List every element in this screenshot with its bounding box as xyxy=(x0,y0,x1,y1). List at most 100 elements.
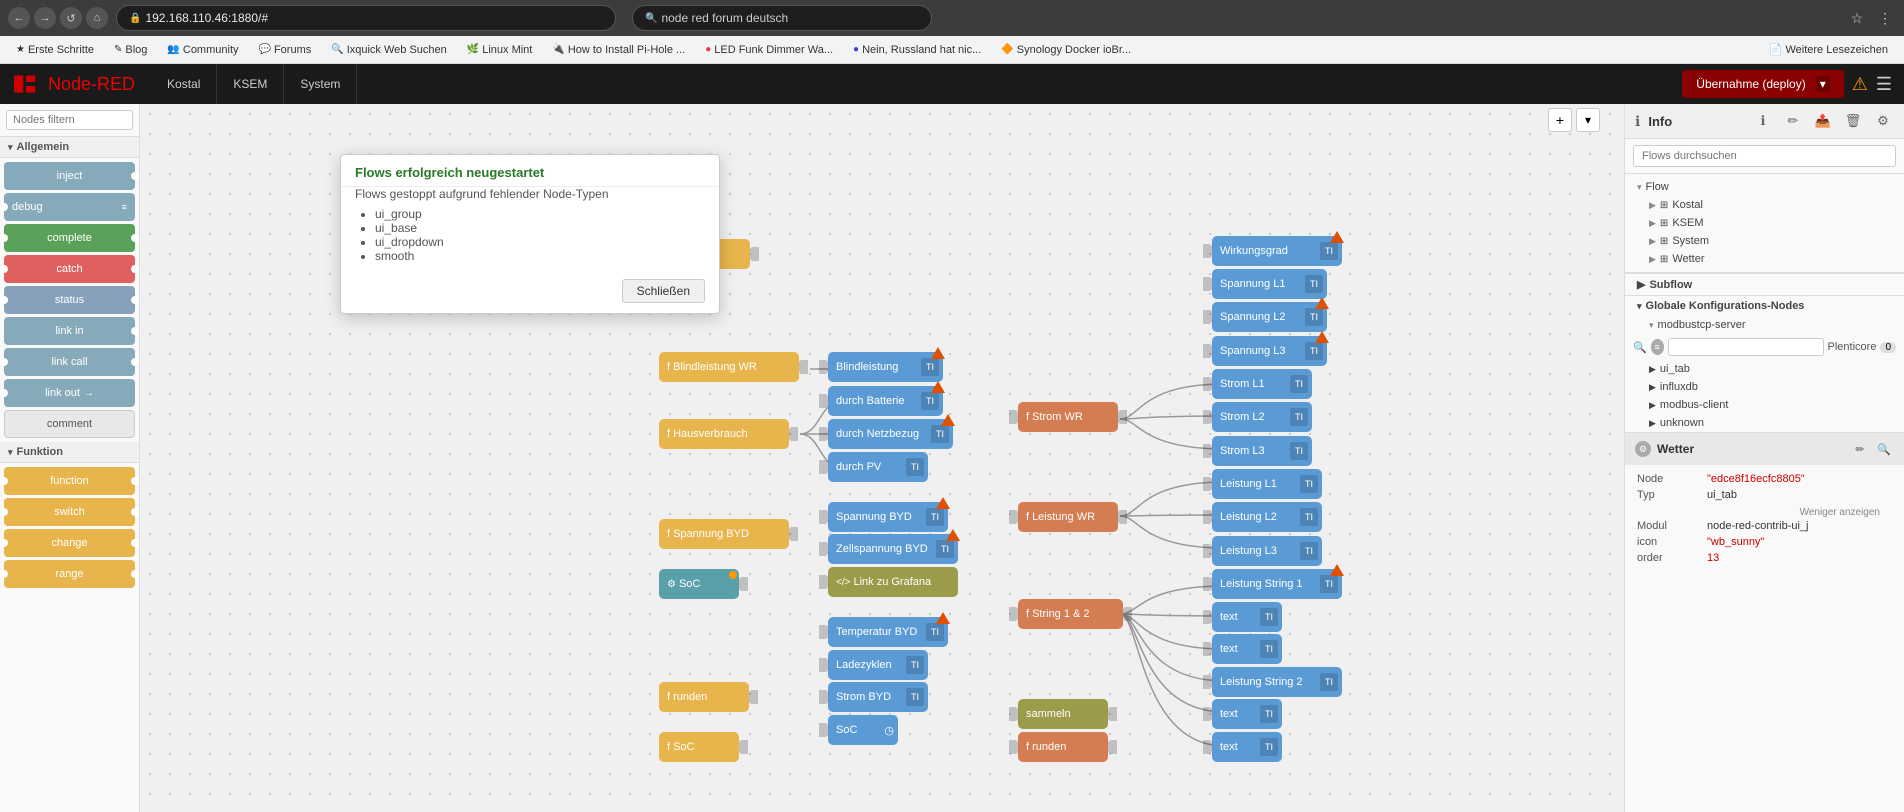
bookmark-pi-hole[interactable]: 🔌 How to Install Pi-Hole ... xyxy=(544,42,693,58)
node-leistung-l3[interactable]: Leistung L3 TI xyxy=(1212,536,1322,566)
palette-node-status[interactable]: status xyxy=(4,286,135,314)
node-leistung-string1[interactable]: Leistung String 1 TI xyxy=(1212,569,1342,599)
menu-icon[interactable]: ☰ xyxy=(1876,74,1892,95)
node-spannung-l1[interactable]: Spannung L1 TI xyxy=(1212,269,1327,299)
search-bar[interactable]: 🔍 node red forum deutsch xyxy=(632,5,932,31)
node-ladezyklen[interactable]: Ladezyklen TI xyxy=(828,650,928,680)
config-filter-btn[interactable]: ≡ xyxy=(1651,339,1664,355)
bookmark-ixquick[interactable]: 🔍 Ixquick Web Suchen xyxy=(323,42,455,58)
popup-close-button[interactable]: Schließen xyxy=(622,279,705,303)
node-leistung-wr[interactable]: f Leistung WR xyxy=(1018,502,1118,532)
bookmark-blog[interactable]: ✎ Blog xyxy=(106,42,155,58)
wetter-edit-button[interactable]: ✏ xyxy=(1850,439,1870,459)
palette-category-header-allgemein[interactable]: ▾ Allgemein xyxy=(0,137,139,158)
node-text2[interactable]: text TI xyxy=(1212,634,1282,664)
bookmark-led[interactable]: ● LED Funk Dimmer Wa... xyxy=(697,42,841,58)
deploy-button[interactable]: Übernahme (deploy) ▾ xyxy=(1682,70,1843,98)
config-item-modbus-client[interactable]: ▶ modbus-client xyxy=(1625,396,1904,414)
node-text1[interactable]: text TI xyxy=(1212,602,1282,632)
flow-item-wetter[interactable]: ▶ ⊞ Wetter xyxy=(1625,250,1904,268)
node-spannung-l3[interactable]: Spannung L3 TI xyxy=(1212,336,1327,366)
node-leistung-string2[interactable]: Leistung String 2 TI xyxy=(1212,667,1342,697)
palette-node-change[interactable]: change xyxy=(4,529,135,557)
bookmark-more[interactable]: 📄 Weitere Lesezeichen xyxy=(1761,41,1896,58)
node-spannung-byd2[interactable]: Spannung BYD TI xyxy=(828,502,948,532)
palette-node-complete[interactable]: complete xyxy=(4,224,135,252)
flow-item-kostal[interactable]: ▶ ⊞ Kostal xyxy=(1625,196,1904,214)
edit-tab-button[interactable]: ✏ xyxy=(1782,110,1804,132)
node-strom-l1[interactable]: Strom L1 TI xyxy=(1212,369,1312,399)
modbustcp-item[interactable]: ▾ modbustcp-server xyxy=(1625,316,1904,334)
node-soc2[interactable]: f SoC xyxy=(659,732,739,762)
config-item-ui-tab[interactable]: ▶ ui_tab xyxy=(1625,360,1904,378)
palette-node-range[interactable]: range xyxy=(4,560,135,588)
node-text3[interactable]: text TI xyxy=(1212,699,1282,729)
star-button[interactable]: ☆ xyxy=(1846,7,1868,29)
palette-node-switch[interactable]: switch xyxy=(4,498,135,526)
tab-system[interactable]: System xyxy=(284,64,357,104)
bookmark-russland[interactable]: ● Nein, Russland hat nic... xyxy=(845,42,989,58)
canvas-options-button[interactable]: ▾ xyxy=(1576,108,1600,132)
show-less-button[interactable]: Weniger anzeigen xyxy=(1637,505,1892,520)
palette-node-debug[interactable]: debug ≡ xyxy=(4,193,135,221)
bookmark-synology[interactable]: 🔶 Synology Docker ioBr... xyxy=(993,42,1139,58)
export-tab-button[interactable]: 📤 xyxy=(1812,110,1834,132)
node-link-grafana[interactable]: </> Link zu Grafana xyxy=(828,567,958,597)
node-soc[interactable]: ⚙ SoC xyxy=(659,569,739,599)
palette-category-header-funktion[interactable]: ▾ Funktion xyxy=(0,442,139,463)
bookmark-erste-schritte[interactable]: ★ Erste Schritte xyxy=(8,42,102,58)
node-runden2[interactable]: f runden xyxy=(1018,732,1108,762)
node-soc3[interactable]: SoC ◷ xyxy=(828,715,898,745)
node-durch-pv[interactable]: durch PV TI xyxy=(828,452,928,482)
config-item-influxdb[interactable]: ▶ influxdb xyxy=(1625,378,1904,396)
delete-tab-button[interactable]: 🗑 xyxy=(1842,110,1864,132)
node-string1-2[interactable]: f String 1 & 2 xyxy=(1018,599,1123,629)
node-text4[interactable]: text TI xyxy=(1212,732,1282,762)
palette-node-comment[interactable]: comment xyxy=(4,410,135,438)
canvas-area[interactable]: Flows erfolgreich neugestartet Flows ges… xyxy=(140,104,1624,812)
node-durch-batterie[interactable]: durch Batterie TI xyxy=(828,386,943,416)
node-durch-netzbezug[interactable]: durch Netzbezug TI xyxy=(828,419,953,449)
node-blindleistung[interactable]: Blindleistung TI xyxy=(828,352,943,382)
node-leistung-l1[interactable]: Leistung L1 TI xyxy=(1212,469,1322,499)
config-search-input[interactable] xyxy=(1668,338,1824,356)
node-leistung-l2[interactable]: Leistung L2 TI xyxy=(1212,502,1322,532)
flow-section-header[interactable]: ▾ Flow xyxy=(1625,178,1904,196)
add-node-button[interactable]: + xyxy=(1548,108,1572,132)
node-spannung-l2[interactable]: Spannung L2 TI xyxy=(1212,302,1327,332)
bookmark-linux-mint[interactable]: 🌿 Linux Mint xyxy=(459,42,541,58)
palette-node-catch[interactable]: catch xyxy=(4,255,135,283)
forward-button[interactable]: → xyxy=(34,7,56,29)
flow-item-system[interactable]: ▶ ⊞ System xyxy=(1625,232,1904,250)
palette-node-function[interactable]: function xyxy=(4,467,135,495)
node-sammeln[interactable]: sammeln xyxy=(1018,699,1108,729)
palette-node-link-in[interactable]: link in xyxy=(4,317,135,345)
wetter-search-button[interactable]: 🔍 xyxy=(1874,439,1894,459)
info-tab-button[interactable]: ℹ xyxy=(1752,110,1774,132)
refresh-button[interactable]: ↺ xyxy=(60,7,82,29)
bookmark-community[interactable]: 👥 Community xyxy=(159,42,246,58)
address-bar[interactable]: 🔒 192.168.110.46:1880/# xyxy=(116,5,616,31)
palette-search-input[interactable] xyxy=(6,110,133,130)
node-blindleistung-wr[interactable]: f Blindleistung WR xyxy=(659,352,799,382)
node-spannung-byd[interactable]: f Spannung BYD xyxy=(659,519,789,549)
settings-tab-button[interactable]: ⚙ xyxy=(1872,110,1894,132)
node-wirkungsgrad[interactable]: Wirkungsgrad TI xyxy=(1212,236,1342,266)
node-strom-wr[interactable]: f Strom WR xyxy=(1018,402,1118,432)
node-hausverbrauch[interactable]: f Hausverbrauch xyxy=(659,419,789,449)
back-button[interactable]: ← xyxy=(8,7,30,29)
subflow-header[interactable]: ▶ Subflow xyxy=(1625,273,1904,295)
bookmark-forums[interactable]: 💬 Forums xyxy=(251,42,320,58)
node-temperatur-byd[interactable]: Temperatur BYD TI xyxy=(828,617,948,647)
node-strom-byd[interactable]: Strom BYD TI xyxy=(828,682,928,712)
node-runden[interactable]: f runden xyxy=(659,682,749,712)
palette-node-link-out[interactable]: link out → xyxy=(4,379,135,407)
tab-ksem[interactable]: KSEM xyxy=(217,64,284,104)
settings-button[interactable]: ⋮ xyxy=(1874,7,1896,29)
node-strom-l3[interactable]: Strom L3 TI xyxy=(1212,436,1312,466)
palette-node-link-call[interactable]: link call xyxy=(4,348,135,376)
config-item-unknown[interactable]: ▶ unknown xyxy=(1625,414,1904,432)
flows-search-input[interactable] xyxy=(1633,145,1896,167)
flow-item-ksem[interactable]: ▶ ⊞ KSEM xyxy=(1625,214,1904,232)
palette-node-inject[interactable]: inject xyxy=(4,162,135,190)
